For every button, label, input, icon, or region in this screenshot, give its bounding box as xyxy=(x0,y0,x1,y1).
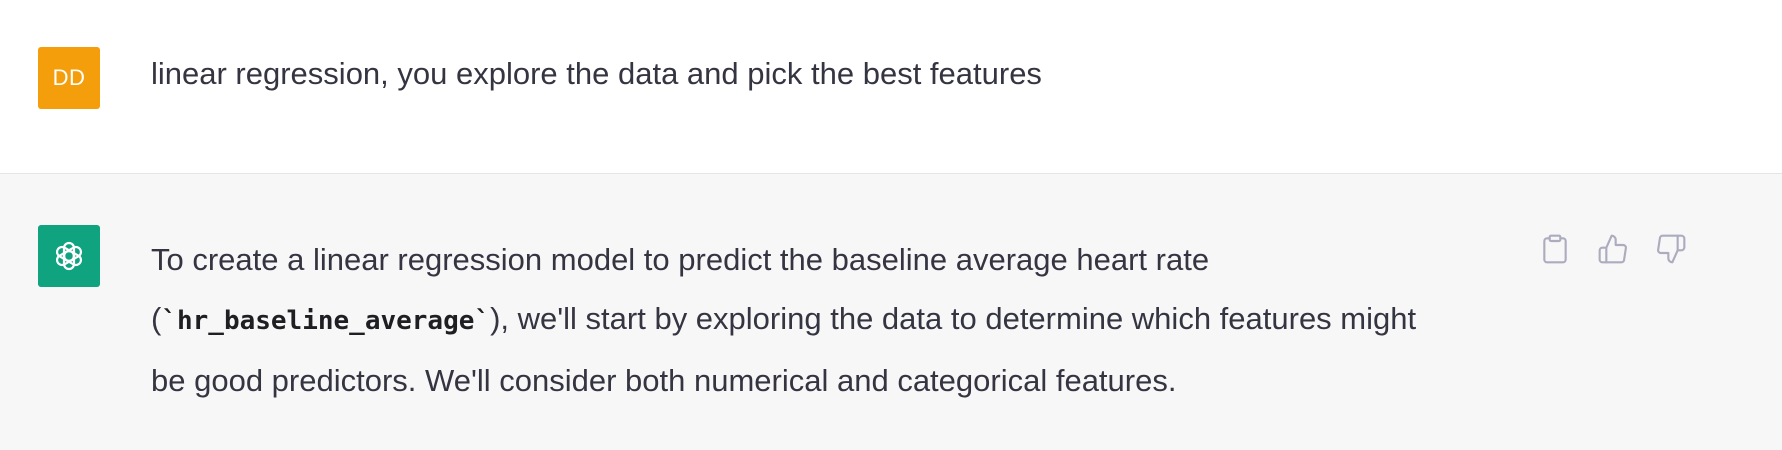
user-message-text: linear regression, you explore the data … xyxy=(151,56,1042,91)
user-avatar: DD xyxy=(38,47,100,109)
thumbs-down-button[interactable] xyxy=(1654,232,1688,266)
thumbs-up-icon xyxy=(1598,234,1627,264)
thumbs-up-button[interactable] xyxy=(1596,232,1630,266)
copy-button[interactable] xyxy=(1538,232,1572,266)
thumbs-down-icon xyxy=(1657,234,1686,264)
inline-code: `hr_baseline_average` xyxy=(161,306,491,336)
openai-logo-icon xyxy=(55,241,83,271)
clipboard-icon xyxy=(1543,234,1567,264)
user-message-row: DD linear regression, you explore the da… xyxy=(0,0,1782,174)
assistant-message-row: To create a linear regression model to p… xyxy=(0,174,1782,450)
user-avatar-initials: DD xyxy=(52,65,86,90)
assistant-message-text: To create a linear regression model to p… xyxy=(151,230,1441,410)
message-actions xyxy=(1538,232,1688,266)
assistant-avatar xyxy=(38,225,100,287)
